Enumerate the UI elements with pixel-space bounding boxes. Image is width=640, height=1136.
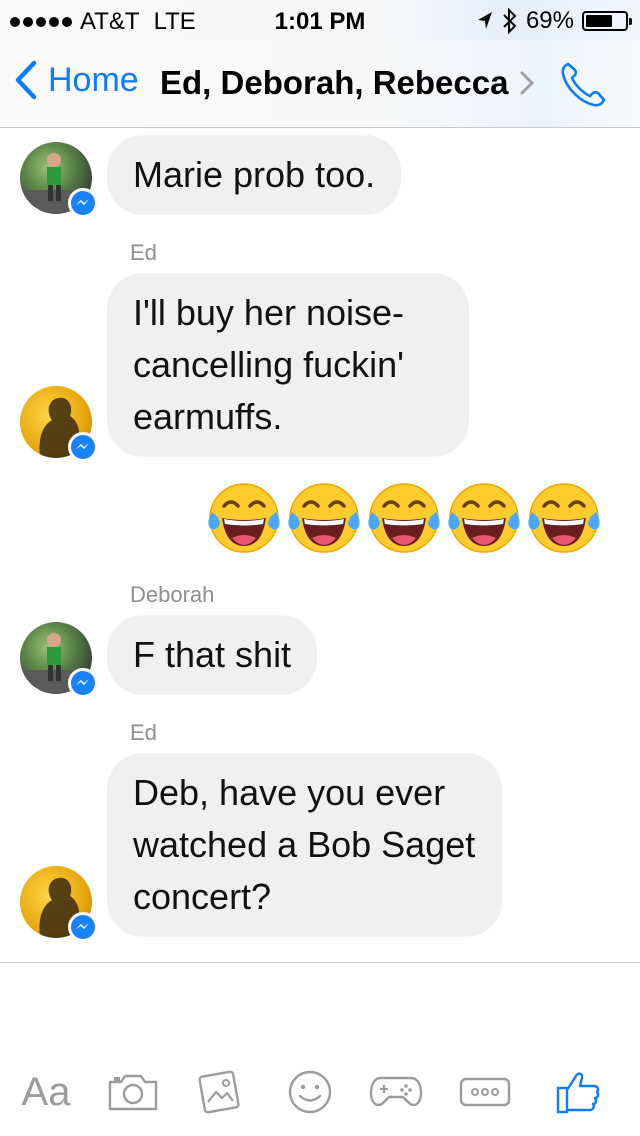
call-button[interactable] bbox=[558, 60, 608, 115]
thumbs-up-icon bbox=[556, 1072, 600, 1114]
sender-name: Deborah bbox=[130, 582, 215, 607]
tears-of-joy-emoji-icon bbox=[364, 476, 444, 556]
sender-name: Ed bbox=[130, 240, 157, 265]
back-label: Home bbox=[48, 60, 139, 99]
message-bubble[interactable]: F that shit bbox=[107, 615, 318, 695]
messenger-badge-icon bbox=[68, 912, 98, 942]
tears-of-joy-emoji-icon bbox=[444, 476, 524, 556]
message-text: Marie prob too. bbox=[133, 154, 376, 195]
location-arrow-icon bbox=[477, 12, 492, 29]
conversation-title: Ed, Deborah, Rebecca bbox=[160, 64, 509, 101]
tears-of-joy-emoji-icon bbox=[204, 476, 284, 556]
back-button[interactable]: Home bbox=[14, 60, 139, 100]
composer-toolbar: Aa bbox=[0, 1062, 640, 1122]
status-bar: AT&T LTE 1:01 PM 69% bbox=[0, 0, 640, 40]
text-input-button[interactable]: Aa bbox=[18, 1062, 74, 1122]
nav-bar: Home Ed, Deborah, Rebecca bbox=[0, 40, 640, 128]
more-button[interactable] bbox=[457, 1062, 513, 1122]
text-input-label: Aa bbox=[21, 1069, 71, 1114]
battery-icon bbox=[582, 11, 632, 31]
messenger-badge-icon bbox=[68, 668, 98, 698]
gallery-button[interactable] bbox=[192, 1062, 248, 1122]
emoji-message[interactable] bbox=[204, 476, 604, 556]
more-icon bbox=[459, 1077, 511, 1107]
message-text: F that shit bbox=[133, 634, 292, 675]
messenger-badge-icon bbox=[68, 188, 98, 218]
bluetooth-icon bbox=[503, 8, 517, 34]
games-button[interactable] bbox=[368, 1062, 424, 1122]
message-text: I'll buy her noise-cancelling fuckin' ea… bbox=[133, 292, 405, 437]
message-bubble[interactable]: Marie prob too. bbox=[107, 135, 402, 215]
message-bubble[interactable]: I'll buy her noise-cancelling fuckin' ea… bbox=[107, 273, 469, 457]
sticker-button[interactable] bbox=[282, 1062, 338, 1122]
conversation-title-button[interactable]: Ed, Deborah, Rebecca bbox=[160, 64, 535, 102]
phone-icon bbox=[561, 62, 606, 107]
camera-icon bbox=[108, 1074, 158, 1111]
message-bubble[interactable]: Deb, have you ever watched a Bob Saget c… bbox=[107, 753, 502, 937]
tears-of-joy-emoji-icon bbox=[284, 476, 364, 556]
battery-percent: 69% bbox=[525, 7, 574, 34]
chevron-right-icon bbox=[520, 71, 535, 95]
like-button[interactable] bbox=[550, 1062, 606, 1122]
composer-divider bbox=[0, 962, 640, 963]
camera-button[interactable] bbox=[105, 1062, 161, 1122]
gallery-icon bbox=[198, 1070, 240, 1114]
back-chevron-icon bbox=[15, 60, 37, 100]
game-controller-icon bbox=[369, 1076, 423, 1107]
messenger-badge-icon bbox=[68, 432, 98, 462]
tears-of-joy-emoji-icon bbox=[524, 476, 604, 556]
smiley-icon bbox=[288, 1070, 332, 1114]
message-text: Deb, have you ever watched a Bob Saget c… bbox=[133, 772, 476, 917]
sender-name: Ed bbox=[130, 720, 157, 745]
